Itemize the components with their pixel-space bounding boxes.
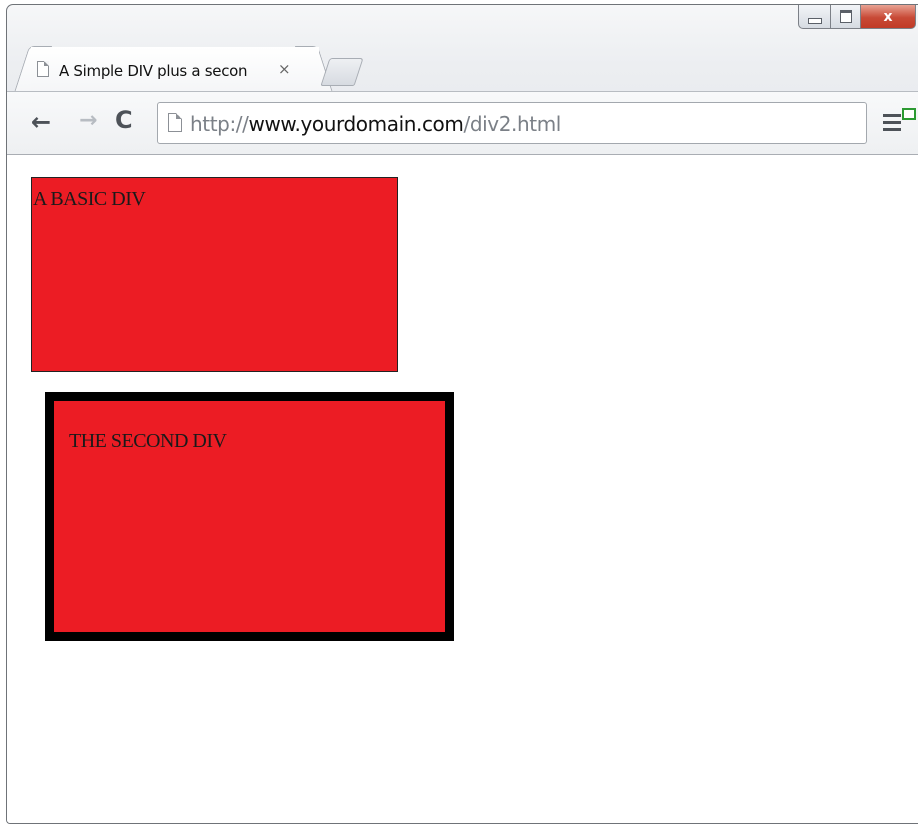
forward-arrow-icon[interactable]: → (79, 108, 97, 133)
tab-close-icon[interactable]: × (278, 60, 291, 78)
basic-div: A BASIC DIV (31, 177, 398, 372)
url-host: www.yourdomain.com (248, 112, 464, 136)
url-text[interactable]: http://www.yourdomain.com/div2.html (190, 112, 561, 136)
toolbar: ← → C http://www.yourdomain.com/div2.htm… (7, 91, 918, 155)
close-window-button[interactable]: x (860, 5, 916, 29)
page-icon (168, 113, 182, 132)
maximize-button[interactable] (830, 5, 860, 29)
minimize-button[interactable] (798, 5, 830, 29)
browser-window: x A Simple DIV plus a secon × ← → C http… (6, 4, 918, 824)
second-div: THE SECOND DIV (45, 392, 454, 641)
hamburger-menu-icon[interactable] (883, 114, 903, 132)
maximize-icon (839, 10, 852, 23)
second-div-text: THE SECOND DIV (69, 430, 227, 452)
address-bar[interactable]: http://www.yourdomain.com/div2.html (157, 102, 867, 144)
new-tab-button[interactable] (320, 58, 364, 86)
back-arrow-icon[interactable]: ← (31, 108, 51, 136)
basic-div-text: A BASIC DIV (33, 188, 146, 210)
url-path: /div2.html (463, 112, 561, 136)
page-icon (37, 61, 49, 77)
page-viewport: A BASIC DIV THE SECOND DIV (7, 155, 918, 823)
tab-title[interactable]: A Simple DIV plus a secon (59, 62, 269, 80)
reload-icon[interactable]: C (115, 106, 133, 134)
minimize-icon (807, 17, 822, 24)
window-controls: x (798, 5, 916, 33)
close-icon: x (883, 8, 893, 25)
update-available-icon (902, 108, 916, 120)
url-scheme: http:// (190, 112, 249, 136)
